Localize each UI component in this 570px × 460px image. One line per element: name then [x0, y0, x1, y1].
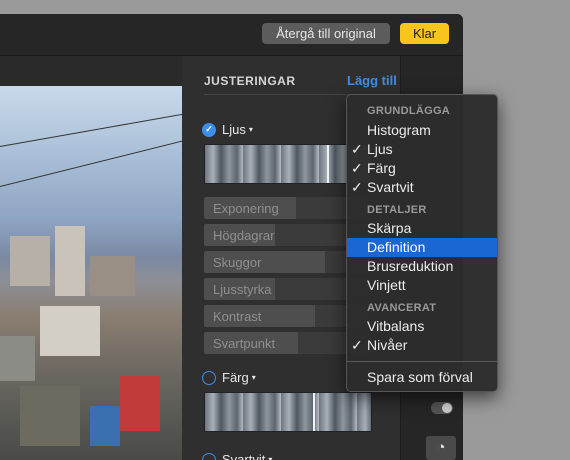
menu-item-vignette[interactable]: Vinjett: [347, 276, 497, 295]
menu-divider: [347, 361, 497, 362]
menu-item-label: Vinjett: [367, 277, 406, 293]
menu-item-bw[interactable]: ✓ Svartvit: [347, 178, 497, 197]
section-color-label: Färg: [222, 370, 249, 385]
menu-item-sharpen[interactable]: Skärpa: [347, 219, 497, 238]
add-adjustment-button[interactable]: Lägg till: [347, 73, 397, 88]
slider-label: Ljusstyrka: [213, 282, 272, 297]
menu-item-light[interactable]: ✓ Ljus: [347, 140, 497, 159]
slider-label: Svartpunkt: [213, 336, 276, 351]
color-thumbnail-strip[interactable]: [204, 392, 372, 432]
check-icon: ✓: [351, 141, 363, 157]
menu-item-save-preset[interactable]: Spara som förval: [347, 368, 497, 387]
add-adjustment-menu: GRUNDLÄGGA Histogram ✓ Ljus ✓ Färg ✓ Sva…: [346, 94, 498, 392]
strip-marker[interactable]: [327, 145, 329, 183]
section-light[interactable]: Ljus ▾: [202, 122, 253, 137]
checkbox-light[interactable]: [202, 122, 216, 137]
building: [0, 336, 35, 381]
menu-item-label: Ljus: [367, 141, 393, 157]
building: [10, 236, 50, 286]
menu-item-histogram[interactable]: Histogram: [347, 121, 497, 140]
done-button[interactable]: Klar: [400, 23, 449, 44]
chevron-down-icon[interactable]: ▾: [249, 125, 253, 134]
section-bw-label: Svartvit: [222, 452, 266, 460]
menu-header-advanced: AVANCERAT: [367, 302, 437, 314]
menu-item-white-balance[interactable]: Vitbalans: [347, 317, 497, 336]
auto-enhance-icon[interactable]: ◔: [426, 436, 456, 460]
section-color[interactable]: Färg ▾: [202, 370, 256, 385]
building: [20, 386, 80, 446]
menu-item-label: Spara som förval: [367, 369, 473, 385]
photo-canvas[interactable]: [0, 86, 182, 460]
menu-item-definition[interactable]: Definition: [347, 238, 497, 257]
power-line: [0, 140, 182, 187]
building: [40, 306, 100, 356]
chevron-down-icon[interactable]: ▾: [252, 373, 256, 382]
menu-header-details: DETALJER: [367, 204, 427, 216]
section-bw[interactable]: Svartvit ▾: [202, 452, 272, 460]
menu-item-levels[interactable]: ✓ Nivåer: [347, 336, 497, 355]
strip-marker[interactable]: [313, 393, 315, 431]
slider-label: Högdagrar: [213, 228, 275, 243]
menu-item-label: Brusreduktion: [367, 258, 454, 274]
check-icon: ✓: [351, 337, 363, 353]
menu-item-color[interactable]: ✓ Färg: [347, 159, 497, 178]
check-icon: ✓: [351, 160, 363, 176]
menu-item-label: Nivåer: [367, 337, 408, 353]
checkbox-color[interactable]: [202, 370, 216, 385]
slider-label: Kontrast: [213, 309, 262, 324]
building: [90, 256, 135, 296]
menu-header-basic: GRUNDLÄGGA: [367, 105, 451, 117]
menu-item-noise-reduction[interactable]: Brusreduktion: [347, 257, 497, 276]
chevron-down-icon[interactable]: ▾: [268, 455, 272, 460]
building: [55, 226, 85, 296]
menu-item-label: Histogram: [367, 122, 431, 138]
building: [90, 406, 120, 446]
slider-label: Skuggor: [213, 255, 262, 270]
menu-item-label: Svartvit: [367, 179, 414, 195]
revert-to-original-button[interactable]: Återgå till original: [262, 23, 390, 44]
section-light-label: Ljus: [222, 122, 246, 137]
adjustments-heading: JUSTERINGAR: [204, 74, 296, 88]
slider-label: Exponering: [213, 201, 279, 216]
menu-item-label: Vitbalans: [367, 318, 425, 334]
toggle-switch[interactable]: [431, 402, 453, 414]
checkbox-bw[interactable]: [202, 452, 216, 460]
check-icon: ✓: [351, 179, 363, 195]
toolbar: Återgå till original Klar: [0, 14, 463, 56]
power-line: [0, 113, 182, 147]
menu-item-label: Färg: [367, 160, 396, 176]
menu-item-label: Skärpa: [367, 220, 412, 236]
menu-item-label: Definition: [367, 239, 426, 255]
red-building: [120, 376, 160, 431]
